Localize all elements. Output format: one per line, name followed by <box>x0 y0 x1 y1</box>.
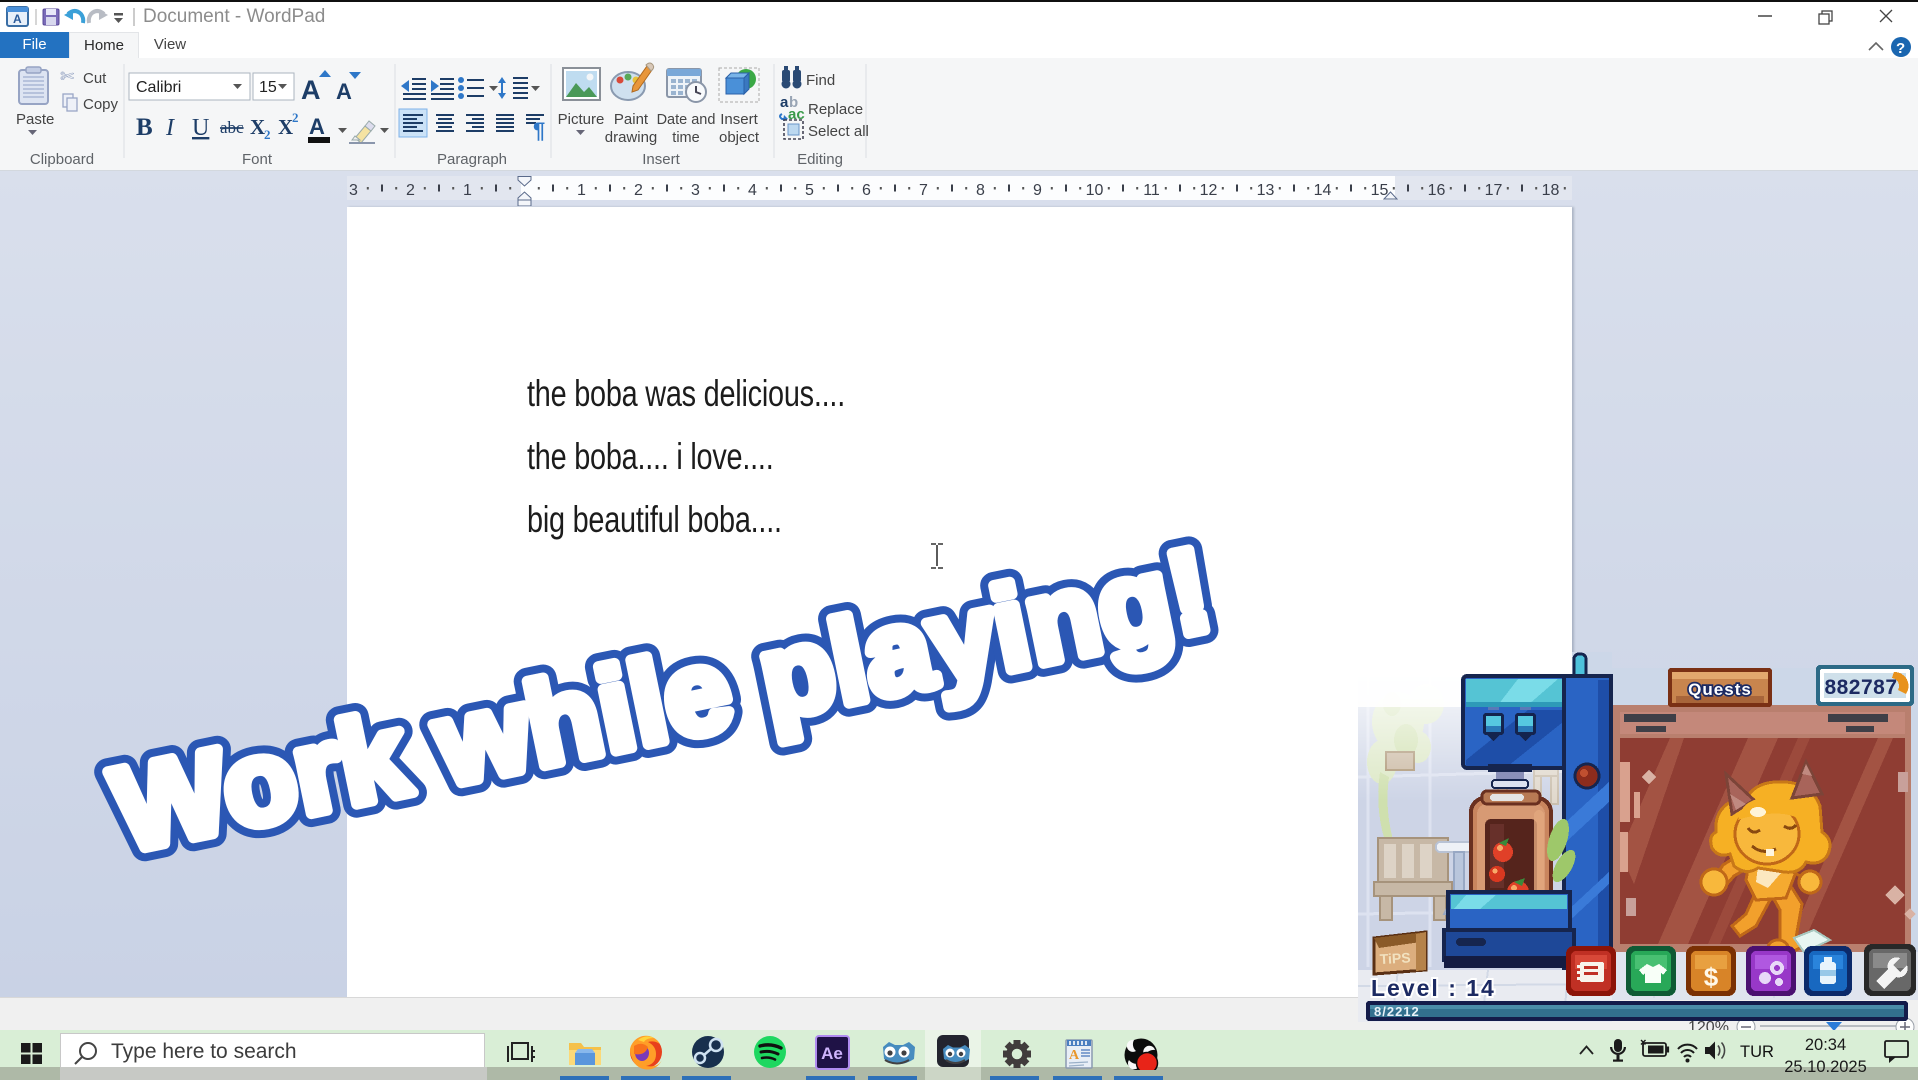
svg-text:$: $ <box>1704 962 1719 992</box>
svg-text:9: 9 <box>1033 182 1042 199</box>
svg-text:Insert: Insert <box>720 111 758 128</box>
svg-text:✄: ✄ <box>60 67 75 86</box>
svg-text:2: 2 <box>406 182 415 199</box>
svg-text:882787: 882787 <box>1824 676 1897 699</box>
svg-text:U: U <box>192 115 209 141</box>
svg-text:5: 5 <box>805 182 814 199</box>
svg-text:Copy: Copy <box>83 96 119 113</box>
svg-text:Replace: Replace <box>808 101 863 118</box>
svg-text:Editing: Editing <box>797 151 843 168</box>
svg-text:Quests: Quests <box>1688 680 1752 699</box>
svg-text:Paint: Paint <box>614 111 649 128</box>
svg-text:time: time <box>672 130 699 146</box>
svg-text:B: B <box>136 114 153 141</box>
svg-text:13: 13 <box>1257 182 1275 199</box>
svg-text:Paragraph: Paragraph <box>437 151 507 168</box>
svg-text:11: 11 <box>1143 182 1160 199</box>
svg-text:Calibri: Calibri <box>136 79 181 96</box>
svg-text:Insert: Insert <box>642 151 680 168</box>
svg-text:2: 2 <box>264 127 271 142</box>
svg-text:16: 16 <box>1428 182 1446 199</box>
svg-text:A: A <box>309 114 325 139</box>
svg-text:A: A <box>13 12 22 26</box>
svg-text:Clipboard: Clipboard <box>30 151 94 168</box>
svg-text:17: 17 <box>1485 182 1503 199</box>
svg-text:2: 2 <box>292 110 299 125</box>
svg-text:Select all: Select all <box>808 123 869 140</box>
svg-text:1: 1 <box>577 182 586 199</box>
svg-text:X: X <box>278 115 293 139</box>
svg-text:Work while playing!: Work while playing! <box>102 523 1221 878</box>
svg-text:18: 18 <box>1542 182 1560 199</box>
svg-text:8/2212: 8/2212 <box>1374 1004 1420 1019</box>
svg-text:Font: Font <box>242 151 273 168</box>
svg-text:Date and: Date and <box>657 112 716 128</box>
svg-text:drawing: drawing <box>605 129 658 146</box>
svg-text:object: object <box>719 129 760 146</box>
svg-text:4: 4 <box>748 182 757 199</box>
svg-text:3: 3 <box>691 182 700 199</box>
svg-text:?: ? <box>1896 40 1905 57</box>
svg-text:abc: abc <box>220 118 244 137</box>
svg-text:10: 10 <box>1086 182 1104 199</box>
svg-text:TiPS: TiPS <box>1379 949 1411 967</box>
svg-text:Find: Find <box>806 72 835 89</box>
svg-text:15: 15 <box>259 79 277 96</box>
svg-text:Level : 14: Level : 14 <box>1371 975 1496 1001</box>
svg-text:X: X <box>250 115 265 139</box>
svg-text:1: 1 <box>463 182 472 199</box>
svg-text:Picture: Picture <box>558 111 605 128</box>
svg-text:TUR: TUR <box>1740 1043 1774 1061</box>
svg-text:Cut: Cut <box>83 70 107 87</box>
svg-text:14: 14 <box>1314 182 1332 199</box>
svg-text:A: A <box>336 79 352 104</box>
svg-text:12: 12 <box>1200 182 1218 199</box>
svg-text:A: A <box>1069 1048 1080 1063</box>
svg-text:6: 6 <box>862 182 871 199</box>
svg-text:3: 3 <box>349 182 358 199</box>
svg-text:I: I <box>165 115 175 141</box>
svg-text:2: 2 <box>634 182 643 199</box>
svg-text:8: 8 <box>976 182 985 199</box>
svg-text:Paste: Paste <box>16 111 54 128</box>
svg-text:7: 7 <box>919 182 928 199</box>
svg-text:Ae: Ae <box>821 1044 843 1063</box>
svg-text:A: A <box>301 75 321 105</box>
svg-text:¶: ¶ <box>533 118 545 143</box>
